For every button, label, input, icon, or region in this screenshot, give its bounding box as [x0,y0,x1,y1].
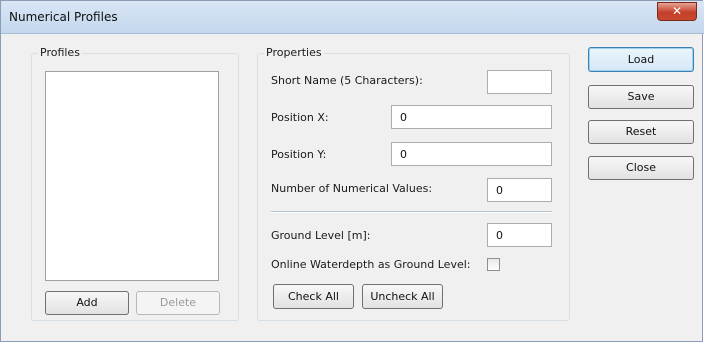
numerical-profiles-dialog: Numerical Profiles ✕ Profiles Add Delete… [0,0,704,342]
title-bar[interactable]: Numerical Profiles ✕ [1,1,704,34]
position-x-label: Position X: [271,111,329,124]
numerical-values-label: Number of Numerical Values: [271,182,433,195]
position-x-input[interactable] [391,105,552,129]
ground-level-input[interactable] [487,223,552,247]
position-y-input[interactable] [391,142,552,166]
ground-level-label: Ground Level [m]: [271,229,371,242]
profiles-group-label: Profiles [38,46,82,59]
position-y-label: Position Y: [271,148,327,161]
add-profile-button[interactable]: Add [45,291,129,315]
check-all-label: Check All [288,290,339,303]
close-icon: ✕ [671,4,683,18]
short-name-label: Short Name (5 Characters): [271,74,423,87]
short-name-input[interactable] [487,70,552,94]
reset-button[interactable]: Reset [588,120,694,144]
properties-separator [271,211,552,213]
waterdepth-label: Online Waterdepth as Ground Level: [271,258,471,271]
reset-label: Reset [625,125,657,138]
numerical-values-input[interactable] [487,178,552,202]
save-label: Save [627,90,655,103]
close-window-button[interactable]: ✕ [657,2,697,21]
close-label: Close [626,161,656,174]
add-button-label: Add [76,296,98,309]
delete-profile-button: Delete [136,291,220,315]
delete-button-label: Delete [159,296,197,309]
save-button[interactable]: Save [588,85,694,109]
close-button[interactable]: Close [588,156,694,180]
waterdepth-checkbox[interactable] [487,258,500,271]
load-button[interactable]: Load [588,47,694,72]
properties-group-label: Properties [264,46,324,59]
profiles-listbox[interactable] [45,71,219,281]
load-label: Load [627,53,655,66]
check-all-button[interactable]: Check All [273,284,354,309]
window-title: Numerical Profiles [9,10,118,24]
uncheck-all-label: Uncheck All [370,290,435,303]
uncheck-all-button[interactable]: Uncheck All [362,284,443,309]
